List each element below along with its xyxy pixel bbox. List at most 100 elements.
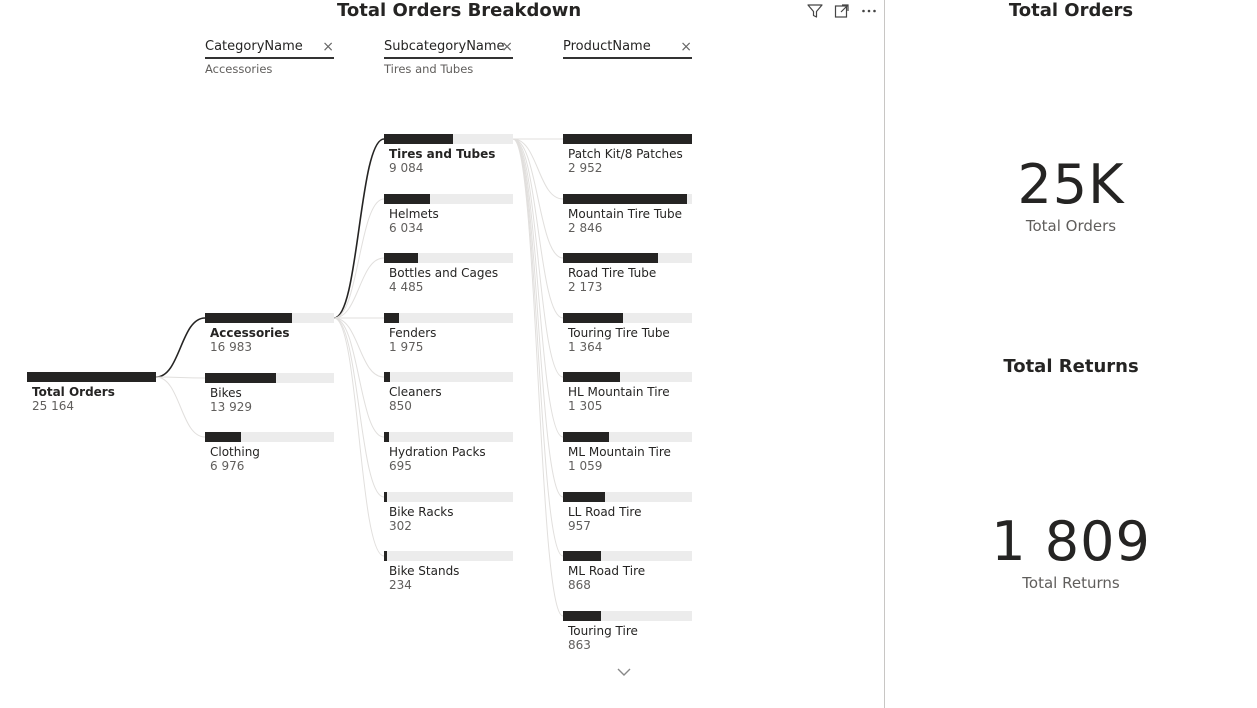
level-header-product: ProductName × (563, 38, 692, 62)
node-bar-track (384, 492, 513, 502)
tree-node[interactable]: Helmets 6 034 (384, 194, 514, 250)
tree-node[interactable]: Touring Tire 863 (563, 611, 693, 667)
tree-node[interactable]: Total Orders 25 164 (27, 372, 157, 428)
node-value: 1 305 (568, 399, 603, 413)
tree-node[interactable]: Touring Tire Tube 1 364 (563, 313, 693, 369)
tree-node[interactable]: ML Mountain Tire 1 059 (563, 432, 693, 488)
remove-level-close-icon[interactable]: × (501, 40, 513, 54)
filter-icon[interactable] (806, 2, 824, 20)
visual-title: Total Orders Breakdown (337, 0, 582, 21)
node-value: 6 034 (389, 221, 424, 235)
remove-level-close-icon[interactable]: × (322, 40, 334, 54)
connector-line (512, 138, 564, 557)
node-bar-fill (384, 313, 399, 323)
node-bar-fill (384, 372, 390, 382)
node-bar-fill (563, 253, 658, 263)
node-value: 2 173 (568, 280, 603, 294)
node-bar-track (563, 432, 692, 442)
chevron-down-icon[interactable] (616, 666, 632, 678)
tree-node[interactable]: Clothing 6 976 (205, 432, 335, 488)
card-title: Total Returns (1003, 356, 1139, 377)
tree-node[interactable]: Tires and Tubes 9 084 (384, 134, 514, 190)
tree-node[interactable]: HL Mountain Tire 1 305 (563, 372, 693, 428)
connector-line (333, 317, 385, 378)
remove-level-close-icon[interactable]: × (680, 40, 692, 54)
more-options-icon[interactable] (860, 2, 878, 20)
node-bar-track (563, 134, 692, 144)
node-value: 868 (568, 578, 591, 592)
node-bar-fill (27, 372, 156, 382)
kpi-value: 25K (1017, 153, 1125, 216)
focus-mode-icon[interactable] (833, 2, 851, 20)
tree-node[interactable]: ML Road Tire 868 (563, 551, 693, 607)
level-underline (563, 57, 692, 59)
level-name: SubcategoryName (384, 39, 505, 54)
node-value: 850 (389, 399, 412, 413)
node-bar-track (384, 372, 513, 382)
node-label: Mountain Tire Tube (568, 207, 682, 221)
node-bar-fill (384, 432, 389, 442)
node-value: 4 485 (389, 280, 424, 294)
node-bar-track (205, 373, 334, 383)
connector-line (512, 138, 564, 378)
node-label: Bottles and Cages (389, 266, 499, 280)
node-label: Touring Tire (568, 624, 638, 638)
node-bar-fill (563, 313, 623, 323)
visual-divider (884, 0, 885, 708)
level-filter-value: Accessories (205, 62, 273, 76)
tree-node[interactable]: Mountain Tire Tube 2 846 (563, 194, 693, 250)
node-bar-fill (563, 611, 601, 621)
node-value: 234 (389, 578, 412, 592)
node-bar-track (563, 611, 692, 621)
connector-line (512, 138, 564, 498)
node-label: HL Mountain Tire (568, 385, 670, 399)
node-value: 863 (568, 638, 591, 652)
tree-node[interactable]: Fenders 1 975 (384, 313, 514, 369)
tree-node[interactable]: Hydration Packs 695 (384, 432, 514, 488)
node-bar-fill (563, 432, 609, 442)
node-label: ML Mountain Tire (568, 445, 671, 459)
node-value: 25 164 (32, 399, 74, 413)
node-bar-track (563, 313, 692, 323)
tree-node[interactable]: Bikes 13 929 (205, 373, 335, 429)
level-header-subcategory: SubcategoryName × Tires and Tubes (384, 38, 513, 76)
node-bar-fill (384, 551, 387, 561)
node-label: Tires and Tubes (389, 147, 496, 161)
node-bar-track (384, 194, 513, 204)
node-bar-fill (205, 432, 241, 442)
tree-node[interactable]: LL Road Tire 957 (563, 492, 693, 548)
tree-node[interactable]: Road Tire Tube 2 173 (563, 253, 693, 309)
visual-header-icons (806, 2, 878, 20)
tree-node[interactable]: Bike Stands 234 (384, 551, 514, 607)
node-bar-track (384, 432, 513, 442)
node-label: ML Road Tire (568, 564, 646, 578)
node-bar-fill (205, 313, 292, 323)
node-value: 2 952 (568, 161, 603, 175)
node-label: Bike Stands (389, 564, 460, 578)
connector-line (155, 317, 206, 378)
level-header-category: CategoryName × Accessories (205, 38, 334, 76)
node-label: LL Road Tire (568, 505, 642, 519)
node-value: 302 (389, 519, 412, 533)
connector-line (512, 138, 564, 200)
node-label: Total Orders (32, 385, 115, 399)
level-name: ProductName (563, 39, 651, 54)
tree-node[interactable]: Patch Kit/8 Patches 2 952 (563, 134, 693, 190)
connector-line (333, 317, 385, 498)
node-bar-track (205, 432, 334, 442)
node-label: Hydration Packs (389, 445, 486, 459)
connector-line (333, 257, 385, 319)
node-bar-track (27, 372, 156, 382)
tree-node[interactable]: Bike Racks 302 (384, 492, 514, 548)
tree-node[interactable]: Bottles and Cages 4 485 (384, 253, 514, 309)
connector-line (333, 198, 385, 319)
node-bar-track (563, 492, 692, 502)
tree-node[interactable]: Accessories 16 983 (205, 313, 335, 369)
node-label: Bikes (210, 386, 242, 400)
tree-node[interactable]: Cleaners 850 (384, 372, 514, 428)
level-filter-value: Tires and Tubes (384, 62, 474, 76)
level-underline (384, 57, 513, 59)
node-label: Helmets (389, 207, 439, 221)
node-label: Bike Racks (389, 505, 454, 519)
node-value: 16 983 (210, 340, 252, 354)
